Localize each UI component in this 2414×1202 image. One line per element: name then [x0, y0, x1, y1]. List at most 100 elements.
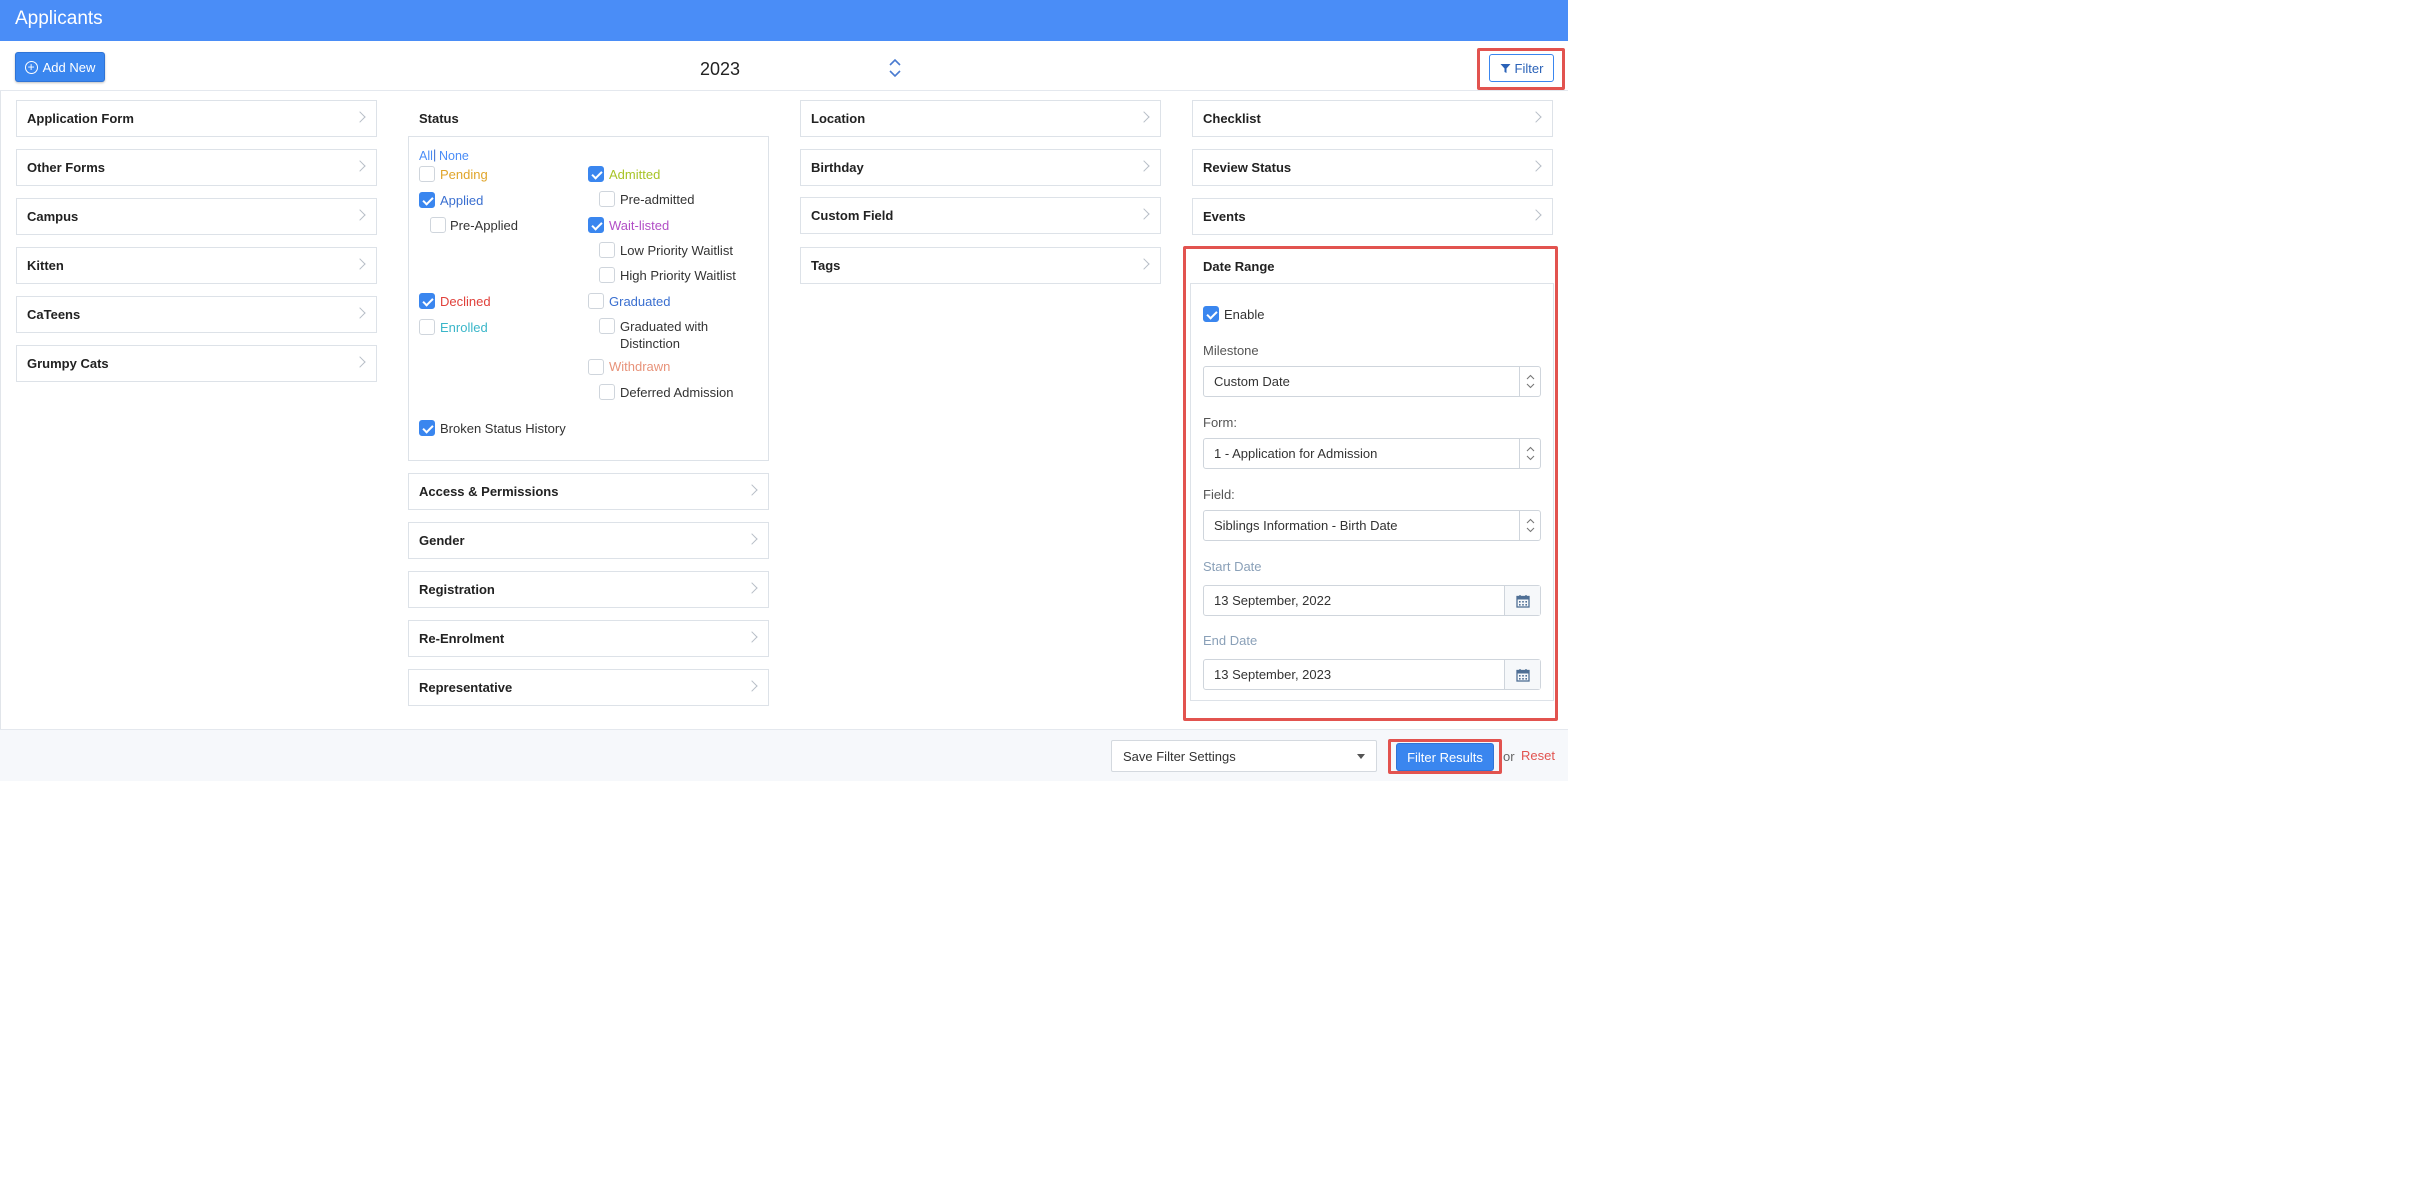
status-low-priority-checkbox[interactable]	[599, 242, 615, 258]
accordion-campus[interactable]: Campus	[16, 198, 377, 235]
or-text: or	[1503, 749, 1515, 764]
filter-results-button[interactable]: Filter Results	[1396, 743, 1494, 771]
status-withdrawn-label: Withdrawn	[609, 359, 671, 374]
accordion-label: Events	[1203, 209, 1246, 224]
caret-down-icon	[1357, 754, 1365, 759]
accordion-label: Access & Permissions	[419, 484, 559, 499]
accordion-grumpy-cats[interactable]: Grumpy Cats	[16, 345, 377, 382]
status-pre-admitted-checkbox[interactable]	[599, 191, 615, 207]
status-pending-label: Pending	[440, 167, 488, 182]
chevron-right-icon	[1138, 208, 1150, 220]
accordion-label: Checklist	[1203, 111, 1261, 126]
accordion-location[interactable]: Location	[800, 100, 1161, 137]
broken-status-history-checkbox[interactable]	[419, 420, 435, 436]
status-graduated-checkbox[interactable]	[588, 293, 604, 309]
chevron-right-icon	[746, 484, 758, 496]
chevron-right-icon	[354, 307, 366, 319]
status-deferred-checkbox[interactable]	[599, 384, 615, 400]
chevron-right-icon	[354, 111, 366, 123]
status-declined-checkbox[interactable]	[419, 293, 435, 309]
chevron-right-icon	[746, 533, 758, 545]
accordion-cateens[interactable]: CaTeens	[16, 296, 377, 333]
filter-button[interactable]: Filter	[1489, 54, 1554, 82]
chevron-right-icon	[354, 258, 366, 270]
status-high-priority-label: High Priority Waitlist	[620, 268, 736, 283]
accordion-label: Representative	[419, 680, 513, 695]
chevron-right-icon	[746, 631, 758, 643]
accordion-checklist[interactable]: Checklist	[1192, 100, 1553, 137]
status-applied-label: Applied	[440, 193, 484, 208]
chevron-right-icon	[1530, 111, 1542, 123]
accordion-label: Review Status	[1203, 160, 1292, 175]
accordion-label: Campus	[27, 209, 79, 224]
chevron-right-icon	[1138, 258, 1150, 270]
chevron-right-icon	[746, 680, 758, 692]
status-wait-listed-checkbox[interactable]	[588, 217, 604, 233]
accordion-tags[interactable]: Tags	[800, 247, 1161, 284]
accordion-kitten[interactable]: Kitten	[16, 247, 377, 284]
accordion-access-permissions[interactable]: Access & Permissions	[408, 473, 769, 510]
status-graduated-distinction-checkbox[interactable]	[599, 318, 615, 334]
date-range-highlight	[1183, 246, 1558, 721]
accordion-events[interactable]: Events	[1192, 198, 1553, 235]
select-none-link[interactable]: None	[439, 149, 469, 163]
accordion-label: Custom Field	[811, 208, 894, 223]
status-admitted-label: Admitted	[609, 167, 661, 182]
accordion-re-enrolment[interactable]: Re-Enrolment	[408, 620, 769, 657]
plus-circle-icon: +	[24, 60, 38, 74]
year-display: 2023	[700, 59, 741, 79]
reset-link[interactable]: Reset	[1521, 748, 1555, 763]
chevron-right-icon	[354, 160, 366, 172]
accordion-label: Grumpy Cats	[27, 356, 109, 371]
status-low-priority-label: Low Priority Waitlist	[620, 243, 733, 258]
accordion-label: CaTeens	[27, 307, 81, 322]
accordion-other-forms[interactable]: Other Forms	[16, 149, 377, 186]
save-filter-label: Save Filter Settings	[1123, 748, 1236, 764]
accordion-label: Re-Enrolment	[419, 631, 505, 646]
status-enrolled-checkbox[interactable]	[419, 319, 435, 335]
accordion-label: Other Forms	[27, 160, 106, 175]
accordion-gender[interactable]: Gender	[408, 522, 769, 559]
accordion-registration[interactable]: Registration	[408, 571, 769, 608]
toolbar	[0, 41, 1568, 91]
status-admitted-checkbox[interactable]	[588, 166, 604, 182]
status-graduated-distinction-label-line1: Graduated with	[620, 319, 709, 334]
left-border	[0, 91, 1, 781]
status-pending-checkbox[interactable]	[419, 166, 435, 182]
accordion-review-status[interactable]: Review Status	[1192, 149, 1553, 186]
accordion-label: Tags	[811, 258, 841, 273]
accordion-birthday[interactable]: Birthday	[800, 149, 1161, 186]
accordion-label: Registration	[419, 582, 495, 597]
chevron-right-icon	[746, 582, 758, 594]
page-title: Applicants	[15, 8, 103, 29]
accordion-label: Gender	[419, 533, 465, 548]
accordion-label: Birthday	[811, 160, 864, 175]
status-applied-checkbox[interactable]	[419, 192, 435, 208]
year-stepper-icon[interactable]	[887, 55, 903, 81]
chevron-right-icon	[1530, 209, 1542, 221]
status-pre-admitted-label: Pre-admitted	[620, 192, 695, 207]
status-pre-applied-checkbox[interactable]	[430, 217, 446, 233]
status-pre-applied-label: Pre-Applied	[450, 218, 518, 233]
funnel-icon	[1500, 63, 1511, 73]
filter-label: Filter	[1514, 60, 1544, 76]
accordion-representative[interactable]: Representative	[408, 669, 769, 706]
status-enrolled-label: Enrolled	[440, 320, 488, 335]
broken-status-history-label: Broken Status History	[440, 421, 566, 436]
accordion-application-form[interactable]: Application Form	[16, 100, 377, 137]
status-withdrawn-checkbox[interactable]	[588, 359, 604, 375]
add-new-button[interactable]: + Add New	[15, 52, 105, 82]
all-none-separator: |	[433, 148, 437, 162]
accordion-custom-field[interactable]: Custom Field	[800, 197, 1161, 234]
save-filter-select[interactable]: Save Filter Settings	[1111, 740, 1377, 772]
chevron-right-icon	[354, 356, 366, 368]
select-all-link[interactable]: All	[419, 149, 433, 163]
status-graduated-distinction-label-line2: Distinction	[620, 336, 680, 351]
status-deferred-label: Deferred Admission	[620, 385, 734, 400]
accordion-label: Location	[811, 111, 866, 126]
status-graduated-label: Graduated	[609, 294, 671, 309]
chevron-right-icon	[1138, 160, 1150, 172]
status-wait-listed-label: Wait-listed	[609, 218, 670, 233]
status-high-priority-checkbox[interactable]	[599, 267, 615, 283]
status-declined-label: Declined	[440, 294, 491, 309]
